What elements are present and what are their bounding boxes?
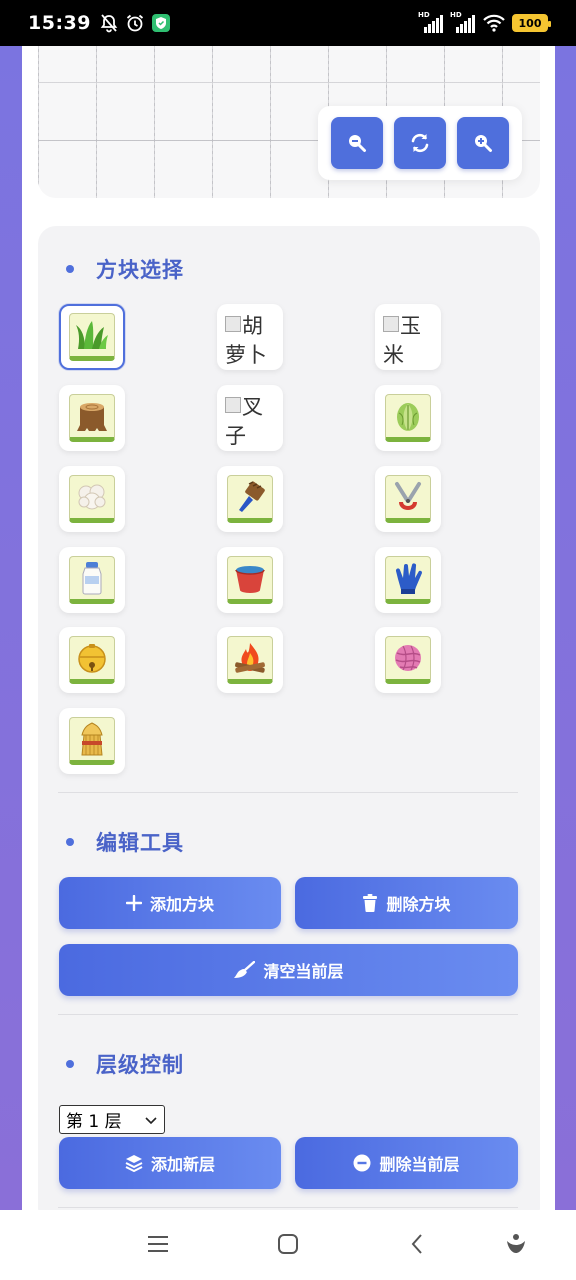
bullet-dot (66, 1060, 74, 1068)
yarn-ball-icon (385, 636, 431, 684)
back-icon[interactable] (406, 1232, 430, 1256)
tile-cotton[interactable] (59, 466, 125, 532)
system-nav-bar (0, 1210, 576, 1280)
tile-stump[interactable] (59, 385, 125, 451)
broom-icon (234, 961, 256, 978)
delete-layer-button[interactable]: 删除当前层 (295, 1137, 518, 1189)
bucket-icon (227, 556, 273, 604)
zoom-out-icon (349, 135, 367, 152)
layer-section-title: 层级控制 (58, 1049, 184, 1079)
broken-image-carrot: 胡萝卜 (225, 314, 267, 367)
brush-icon (227, 475, 273, 523)
tile-bell[interactable] (59, 627, 125, 693)
layer-select[interactable]: 第 1 层 (59, 1105, 165, 1134)
layers-icon (125, 1155, 143, 1172)
edit-section-title: 编辑工具 (58, 827, 184, 857)
tile-grass[interactable] (59, 304, 125, 370)
tile-brush[interactable] (217, 466, 283, 532)
broken-image-corn: 玉米 (383, 314, 421, 367)
zoom-in-button[interactable] (456, 117, 509, 169)
hd-signal-icon: HD (418, 11, 444, 33)
shears-icon (385, 475, 431, 523)
mute-bell-icon (100, 14, 118, 33)
bullet-dot (66, 838, 74, 846)
glove-icon (385, 556, 431, 604)
tile-bucket[interactable] (217, 547, 283, 613)
bell-icon (69, 636, 115, 684)
campfire-icon (227, 636, 273, 684)
tree-stump-icon (69, 394, 115, 442)
zoom-out-button[interactable] (331, 117, 384, 169)
broken-image-icon (225, 397, 241, 413)
broken-image-fork: 叉子 (225, 395, 263, 448)
section-divider (58, 1014, 518, 1015)
assistant-icon[interactable] (504, 1232, 528, 1256)
delete-block-button[interactable]: 删除方块 (295, 877, 518, 929)
zoom-in-icon (474, 135, 492, 152)
bullet-dot (66, 265, 74, 273)
shield-app-icon (151, 14, 170, 32)
clear-layer-button[interactable]: 清空当前层 (59, 944, 518, 996)
status-bar: 15:39 HD HD 100 (0, 0, 576, 46)
refresh-icon (411, 133, 429, 153)
status-time: 15:39 (28, 12, 91, 34)
add-block-button[interactable]: 添加方块 (59, 877, 281, 929)
tile-shears[interactable] (375, 466, 441, 532)
tile-wheat[interactable] (59, 708, 125, 774)
tile-yarn[interactable] (375, 627, 441, 693)
tile-cabbage[interactable] (375, 385, 441, 451)
block-section-title: 方块选择 (58, 254, 184, 284)
hd-signal-icon: HD (450, 11, 476, 33)
chevron-down-icon (145, 1117, 157, 1125)
wheat-bundle-icon (69, 717, 115, 765)
plus-icon (125, 895, 142, 911)
tile-fork[interactable]: 叉子 (217, 385, 283, 451)
minus-circle-icon (353, 1154, 371, 1172)
add-layer-button[interactable]: 添加新层 (59, 1137, 281, 1189)
cabbage-icon (385, 394, 431, 442)
tile-corn[interactable]: 玉米 (375, 304, 441, 370)
menu-icon[interactable] (146, 1232, 170, 1256)
tile-glove[interactable] (375, 547, 441, 613)
section-divider (58, 1207, 518, 1208)
alarm-icon (126, 14, 144, 32)
broken-image-icon (225, 316, 241, 332)
tile-carrot[interactable]: 胡萝卜 (217, 304, 283, 370)
cotton-icon (69, 475, 115, 523)
wifi-icon (483, 14, 505, 32)
zoom-controls (318, 106, 522, 180)
section-divider (58, 792, 518, 793)
battery-icon: 100 (512, 14, 551, 32)
tile-milk[interactable] (59, 547, 125, 613)
home-icon[interactable] (276, 1232, 300, 1256)
milk-bottle-icon (69, 556, 115, 604)
reset-view-button[interactable] (393, 117, 446, 169)
tile-campfire[interactable] (217, 627, 283, 693)
broken-image-icon (383, 316, 399, 332)
trash-icon (363, 894, 378, 912)
grass-icon (69, 313, 115, 361)
